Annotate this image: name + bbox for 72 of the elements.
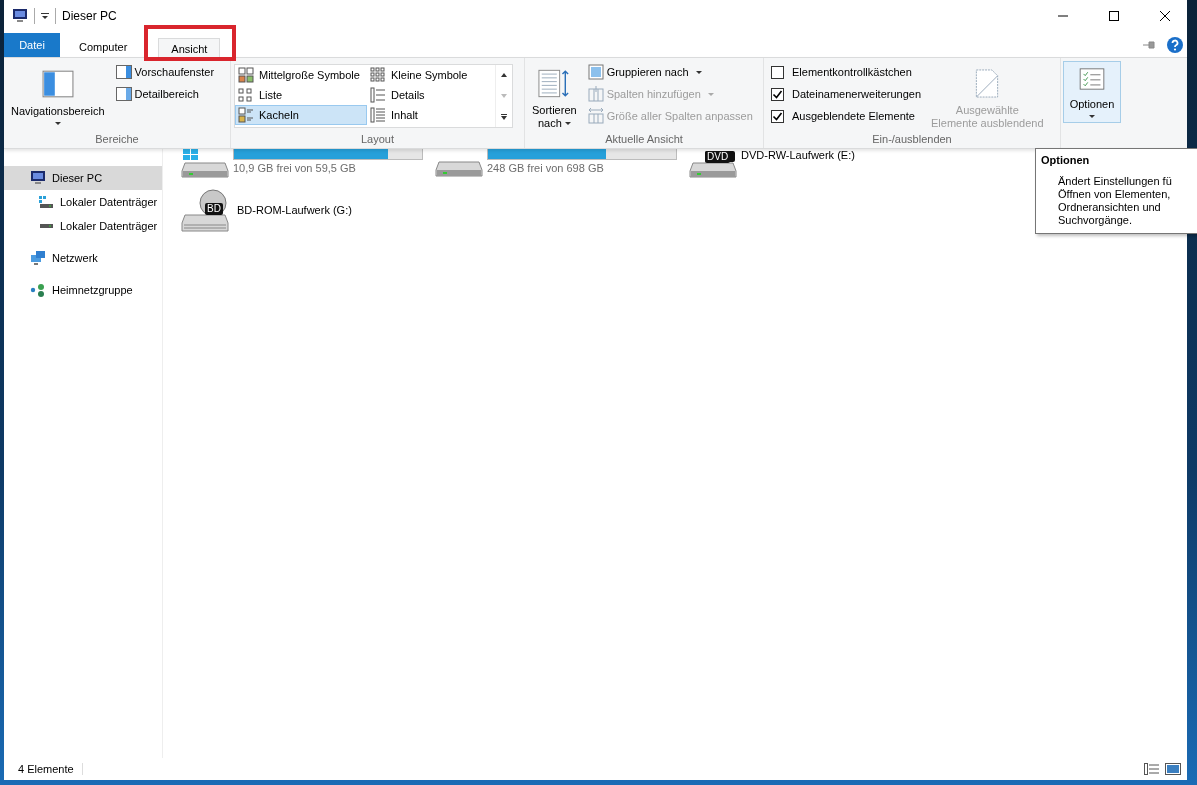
caret-icon <box>54 122 61 125</box>
navigation-pane-button[interactable]: Navigationsbereich <box>7 62 109 133</box>
network-icon <box>30 250 46 266</box>
option-checkbox[interactable]: Ausgeblendete Elemente <box>767 106 922 126</box>
group-label: Bereiche <box>94 133 140 147</box>
nav-item[interactable]: Netzwerk <box>4 246 162 270</box>
quick-access-dropdown-icon[interactable] <box>41 12 49 20</box>
pane-button[interactable]: Vorschaufenster <box>112 62 218 82</box>
view-icon <box>238 87 254 103</box>
caret-icon <box>1089 115 1095 118</box>
layout-option[interactable]: Inhalt <box>367 105 495 125</box>
group-label: Aktuelle Ansicht <box>604 133 684 147</box>
close-icon[interactable] <box>1159 10 1171 22</box>
drive-name: BD-ROM-Laufwerk (G:) <box>237 204 352 216</box>
view-icon <box>370 87 386 103</box>
option-checkbox[interactable]: Dateinamenerweiterungen <box>767 84 922 104</box>
view-icon <box>238 67 254 83</box>
ribbon-tab[interactable]: Ansicht <box>158 38 221 59</box>
nav-item[interactable]: Heimnetzgruppe <box>4 278 162 302</box>
window-title: Dieser PC <box>62 9 117 23</box>
tooltip-text: Ordneransichten und <box>1058 201 1162 214</box>
computer-icon <box>30 170 46 186</box>
scroll-up-icon[interactable] <box>500 71 508 80</box>
expand-gallery-icon[interactable] <box>500 112 508 121</box>
drive-icon <box>38 223 54 229</box>
hard-drive-icon <box>435 161 483 177</box>
layout-option[interactable]: Mittelgroße Symbole <box>235 65 367 85</box>
drive-badge: DVD <box>705 151 731 163</box>
nav-item[interactable]: Lokaler Datenträger <box>4 190 162 214</box>
group-label: Layout <box>360 133 395 147</box>
help-icon[interactable] <box>1167 37 1183 53</box>
sort-button[interactable]: Sortieren nach <box>528 62 581 133</box>
caret-icon <box>707 92 714 96</box>
homegroup-icon <box>30 282 46 298</box>
drive-name: DVD-RW-Laufwerk (E:) <box>741 149 855 161</box>
computer-icon[interactable] <box>12 8 28 24</box>
tooltip-text: Ändert Einstellungen fü <box>1058 175 1173 188</box>
preview-pane-icon <box>115 64 132 80</box>
optical-drive-icon <box>181 189 229 233</box>
caret-icon <box>564 122 571 125</box>
view-icon <box>238 107 254 123</box>
nav-item[interactable]: Lokaler Datenträger <box>4 214 162 238</box>
details-pane-icon <box>115 86 132 102</box>
view-icon <box>370 67 386 83</box>
view-icon <box>370 107 386 123</box>
pane-button[interactable]: Detailbereich <box>112 84 218 104</box>
layout-option[interactable]: Kacheln <box>235 105 367 125</box>
free-space-text: 248 GB frei von 698 GB <box>487 162 605 174</box>
layout-option[interactable]: Liste <box>235 85 367 105</box>
drive-icon <box>38 194 54 210</box>
maximize-icon[interactable] <box>1108 10 1120 22</box>
options-button[interactable]: Optionen <box>1063 61 1121 123</box>
tooltip-title: Optionen <box>1041 154 1091 166</box>
drive-badge: BD <box>205 203 223 215</box>
large-icons-view-icon[interactable] <box>1165 763 1181 775</box>
sort-icon <box>538 69 571 98</box>
caret-icon <box>695 70 702 74</box>
nav-item[interactable]: Dieser PC <box>4 166 162 190</box>
file-tab[interactable]: Datei <box>4 33 60 57</box>
item-count: 4 Elemente <box>18 763 83 775</box>
ribbon-tab[interactable]: Computer <box>66 36 141 57</box>
details-view-icon[interactable] <box>1144 763 1160 775</box>
pin-icon[interactable] <box>1143 41 1157 49</box>
navigation-pane-icon <box>41 69 74 99</box>
option-checkbox[interactable]: Elementkontrollkästchen <box>767 62 922 82</box>
tooltip-text: Öffnen von Elementen, <box>1058 188 1172 201</box>
layout-option[interactable]: Details <box>367 85 495 105</box>
layout-option[interactable]: Kleine Symbole <box>367 65 495 85</box>
free-space-text: 10,9 GB frei von 59,5 GB <box>233 162 357 174</box>
group-label: Ein-/ausblenden <box>871 133 953 147</box>
view-option-button[interactable]: Gruppieren nach <box>584 62 756 82</box>
tooltip-text: Suchvorgänge. <box>1058 214 1133 227</box>
